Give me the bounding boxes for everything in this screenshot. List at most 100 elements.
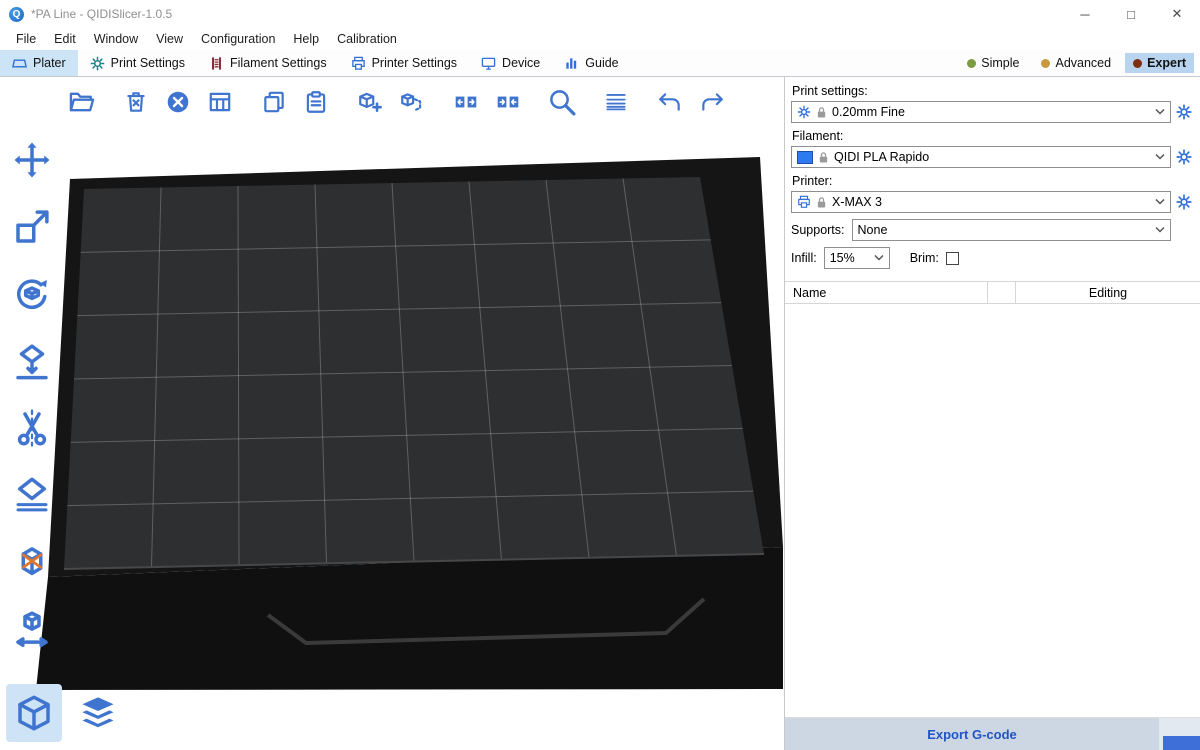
print-settings-combo[interactable]: 0.20mm Fine [791,101,1171,123]
mode-expert[interactable]: Expert [1125,53,1194,73]
chevron-down-icon [1155,153,1165,161]
rotate-tool-button[interactable] [8,270,56,318]
menu-bar: File Edit Window View Configuration Help… [0,28,1200,50]
right-sidebar: Print settings: 0.20mm Fine Filament: QI… [784,77,1200,750]
object-list[interactable] [785,304,1200,717]
filament-gear-button[interactable] [1174,147,1194,167]
print-settings-gear-button[interactable] [1174,102,1194,122]
supports-label: Supports: [791,223,845,237]
tab-plater[interactable]: Plater [0,50,78,76]
column-name: Name [785,282,988,303]
app-logo-icon: Q [9,7,24,22]
column-editing: Editing [1016,282,1200,303]
add-instance-button[interactable] [352,84,388,120]
column-extruder [988,282,1016,303]
device-monitor-icon [481,56,496,71]
menu-configuration[interactable]: Configuration [192,32,284,46]
export-row: Export G-code [785,717,1200,750]
gizmo-toolbar [8,136,56,653]
close-button[interactable]: ✕ [1154,0,1200,28]
3d-cube-icon [13,692,55,734]
brim-checkbox[interactable] [946,252,959,265]
expert-mode-dot-icon [1133,59,1142,68]
measure-tool-button[interactable] [8,605,56,653]
menu-window[interactable]: Window [85,32,147,46]
app-window: Q *PA Line - QIDISlicer-1.0.5 ─ □ ✕ File… [0,0,1200,750]
place-on-face-tool-button[interactable] [8,337,56,385]
delete-all-button[interactable] [160,84,196,120]
chevron-down-icon [1155,226,1165,234]
export-gcode-button[interactable]: Export G-code [785,718,1159,750]
arrange-button[interactable] [202,84,238,120]
multimaterial-paint-tool-button[interactable] [8,538,56,586]
tab-bar: Plater Print Settings Filament Settings … [0,50,1200,77]
print-settings-label: Print settings: [792,84,1194,98]
preview-layers-view-button[interactable] [70,684,126,742]
title-bar: Q *PA Line - QIDISlicer-1.0.5 ─ □ ✕ [0,0,1200,28]
lock-icon [816,106,827,119]
mode-advanced[interactable]: Advanced [1033,53,1119,73]
menu-edit[interactable]: Edit [45,32,85,46]
variable-layer-height-button[interactable] [598,84,634,120]
filament-label: Filament: [792,129,1194,143]
printer-tab-icon [351,56,366,71]
object-list-header: Name Editing [785,281,1200,304]
chevron-down-icon [874,254,884,262]
lock-icon [818,151,829,164]
minimize-button[interactable]: ─ [1062,0,1108,28]
print-settings-tab-icon [90,56,105,71]
paste-button[interactable] [298,84,334,120]
infill-label: Infill: [791,251,817,265]
chevron-down-icon [1155,108,1165,116]
export-options-grip[interactable] [1163,736,1200,750]
tab-print-settings[interactable]: Print Settings [78,50,197,76]
viewport-3d[interactable] [0,77,784,750]
maximize-button[interactable]: □ [1108,0,1154,28]
mode-switcher: Simple Advanced Expert [959,50,1200,76]
view-mode-toggles [6,684,126,742]
filament-spool-icon [209,56,224,71]
tab-guide[interactable]: Guide [552,50,630,76]
gear-icon [797,105,811,119]
simple-mode-dot-icon [967,59,976,68]
menu-help[interactable]: Help [284,32,328,46]
scale-tool-button[interactable] [8,203,56,251]
split-to-parts-button[interactable] [490,84,526,120]
printer-icon [797,195,811,209]
supports-combo[interactable]: None [852,219,1171,241]
remove-instance-button[interactable] [394,84,430,120]
printer-combo[interactable]: X-MAX 3 [791,191,1171,213]
main-toolbar [64,84,736,120]
move-tool-button[interactable] [8,136,56,184]
tab-filament-settings[interactable]: Filament Settings [197,50,339,76]
support-paint-tool-button[interactable] [8,471,56,519]
redo-button[interactable] [694,84,730,120]
plater-icon [12,56,27,71]
filament-combo[interactable]: QIDI PLA Rapido [791,146,1171,168]
tab-printer-settings[interactable]: Printer Settings [339,50,469,76]
menu-calibration[interactable]: Calibration [328,32,406,46]
lock-icon [816,196,827,209]
open-project-button[interactable] [64,84,100,120]
search-button[interactable] [544,84,580,120]
delete-button[interactable] [118,84,154,120]
split-to-objects-button[interactable] [448,84,484,120]
layers-icon [76,691,120,735]
print-bed [0,77,784,750]
3d-editor-view-button[interactable] [6,684,62,742]
infill-combo[interactable]: 15% [824,247,890,269]
copy-button[interactable] [256,84,292,120]
menu-file[interactable]: File [7,32,45,46]
mode-simple[interactable]: Simple [959,53,1027,73]
tab-device[interactable]: Device [469,50,552,76]
undo-button[interactable] [652,84,688,120]
menu-view[interactable]: View [147,32,192,46]
cut-tool-button[interactable] [8,404,56,452]
chevron-down-icon [1155,198,1165,206]
export-options-panel[interactable] [1159,718,1200,750]
window-title: *PA Line - QIDISlicer-1.0.5 [31,7,172,21]
guide-icon [564,56,579,71]
printer-label: Printer: [792,174,1194,188]
filament-color-swatch [797,151,813,164]
printer-gear-button[interactable] [1174,192,1194,212]
